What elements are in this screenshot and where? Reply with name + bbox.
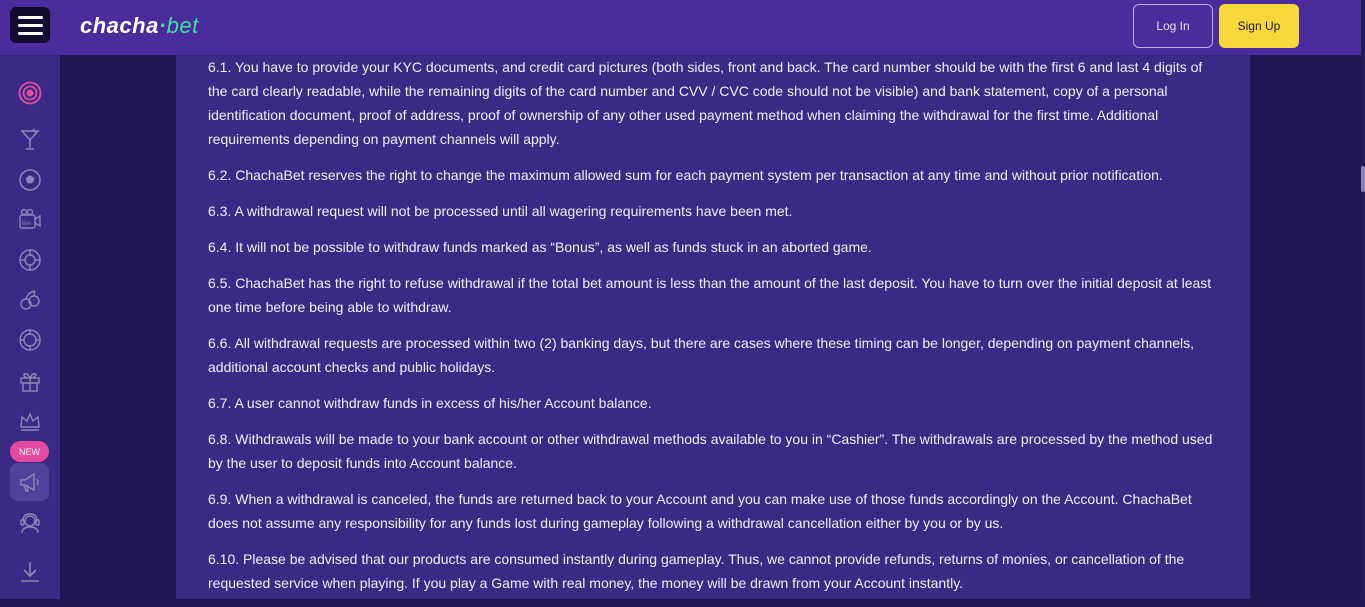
terms-paragraph: 6.10. Please be advised that our product… xyxy=(208,551,1185,591)
terms-paragraph: 6.3. A withdrawal request will not be pr… xyxy=(208,203,793,219)
megaphone-icon[interactable] xyxy=(18,470,42,494)
terms-paragraph: 6.4. It will not be possible to withdraw… xyxy=(208,239,872,255)
terms-section: 6.1. You have to provide your KYC docume… xyxy=(208,55,1224,607)
terms-paragraph: 6.5. ChachaBet has the right to refuse w… xyxy=(208,275,1212,315)
cherries-icon[interactable] xyxy=(18,288,42,312)
new-badge: NEW xyxy=(10,441,49,462)
support-agent-icon[interactable] xyxy=(18,511,42,535)
brand-logo[interactable]: chacha·bet xyxy=(80,11,199,41)
login-button[interactable]: Log In xyxy=(1133,4,1213,48)
roulette-icon[interactable] xyxy=(18,248,42,272)
menu-line xyxy=(17,31,43,35)
sidebar: live NEW xyxy=(0,55,60,599)
terms-paragraph: 6.7. A user cannot withdraw funds in exc… xyxy=(208,395,652,411)
gift-icon[interactable] xyxy=(18,369,42,393)
terms-paragraph: 6.9. When a withdrawal is canceled, the … xyxy=(208,491,1192,531)
target-icon[interactable] xyxy=(18,81,42,105)
soccer-ball-icon[interactable] xyxy=(18,168,42,192)
menu-line xyxy=(17,15,43,19)
hamburger-menu-button[interactable] xyxy=(10,7,50,43)
terms-paragraph: 6.1. You have to provide your KYC docume… xyxy=(208,59,1203,147)
crown-icon[interactable] xyxy=(18,409,42,433)
download-icon[interactable] xyxy=(18,560,42,584)
terms-paragraph: 6.8. Withdrawals will be made to your ba… xyxy=(208,431,1213,471)
svg-text:live: live xyxy=(22,221,32,227)
terms-paragraph: 6.2. ChachaBet reserves the right to cha… xyxy=(208,167,1163,183)
top-header: chacha·bet Log In Sign Up xyxy=(0,0,1361,55)
menu-line xyxy=(17,23,43,27)
live-camera-icon[interactable]: live xyxy=(18,207,42,231)
page-scrollbar[interactable] xyxy=(1361,0,1365,599)
poker-chip-icon[interactable] xyxy=(18,328,42,352)
scrollbar-thumb[interactable] xyxy=(1361,166,1365,192)
signup-button[interactable]: Sign Up xyxy=(1219,4,1299,48)
cocktail-icon[interactable] xyxy=(18,128,42,152)
terms-paragraph: 6.6. All withdrawal requests are process… xyxy=(208,335,1195,375)
